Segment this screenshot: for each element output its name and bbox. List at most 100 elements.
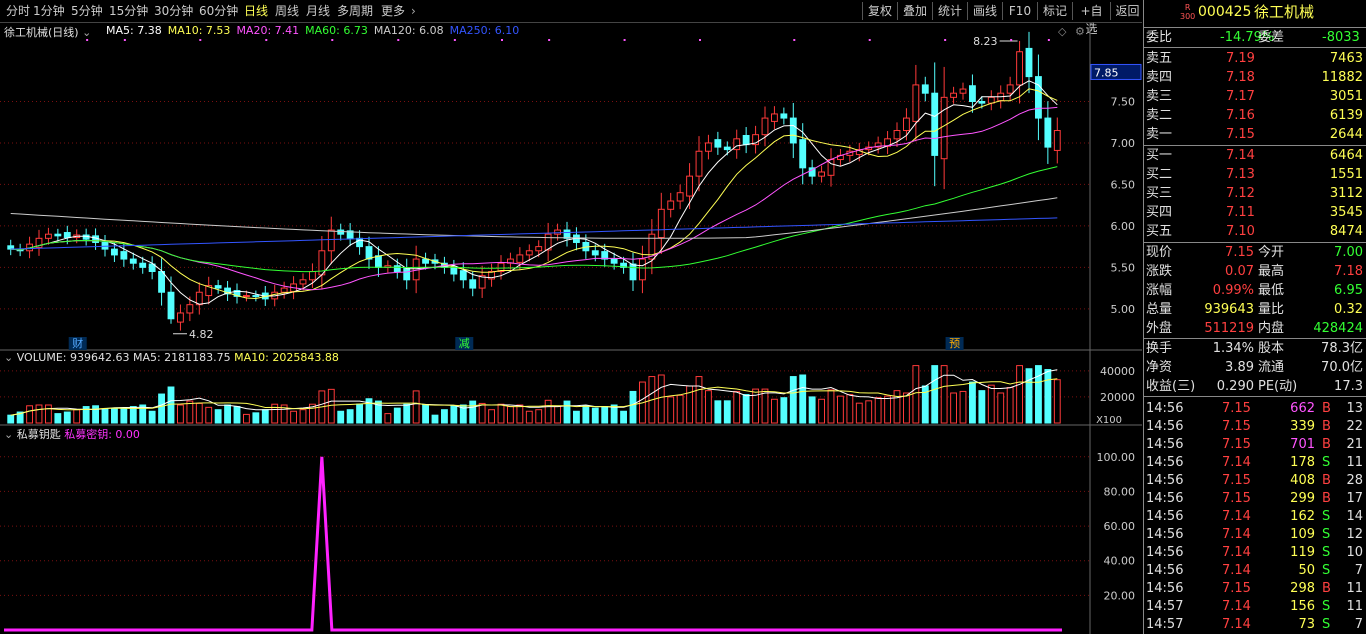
volume-bar [54, 413, 62, 424]
volume-bar [384, 413, 392, 424]
chart-canvas[interactable]: 7.50 7.00 6.50 6.00 5.50 5.00 8.23 4.82 7.85 财 减 预 4… [0, 23, 1142, 634]
toolbar-button-6[interactable]: +自选 [1072, 2, 1110, 36]
bid-price: 7.11 [1226, 205, 1255, 220]
tick-row: 14:56 7.15 298 B 11 [1144, 579, 1366, 598]
candle-body [158, 271, 165, 293]
settings-icon[interactable]: ⚙ [1075, 25, 1085, 38]
ma-line-5 [10, 80, 1058, 305]
volume-bar [1035, 365, 1042, 424]
tab-2[interactable]: 5分钟 [71, 0, 103, 22]
volume-unit-label: X100 [1096, 415, 1122, 426]
tab-10[interactable]: 更多 [381, 0, 405, 22]
candle-body [1016, 51, 1023, 86]
volume-bar [63, 411, 71, 424]
volume-bar [252, 412, 260, 424]
ask-row: 卖三 7.17 3051 [1144, 87, 1366, 106]
volume-bar [120, 407, 128, 424]
price-tick-label: 5.50 [1111, 261, 1136, 274]
tab-1[interactable]: 1分钟 [33, 0, 65, 22]
volume-bar [195, 402, 203, 424]
volume-bar [563, 400, 571, 424]
volume-bar [601, 406, 609, 424]
tab-0[interactable]: 分时 [6, 0, 30, 22]
toolbar-button-4[interactable]: F10 [1002, 2, 1037, 20]
bid-price: 7.12 [1226, 186, 1255, 201]
ma-legend-3: MA60: 6.73 [305, 24, 368, 37]
chevron-down-icon[interactable]: ⌄ [4, 428, 13, 441]
tick-time: 14:56 [1146, 581, 1184, 596]
volume-bar [771, 398, 778, 424]
tick-price: 7.15 [1222, 419, 1251, 434]
bid-row: 买四 7.11 3545 [1144, 203, 1366, 222]
indicator-tick-label: 100.00 [1097, 451, 1136, 464]
signal-dot [548, 39, 551, 41]
tick-vol: 701 [1290, 437, 1315, 452]
volume-bar [676, 394, 684, 424]
ask-vol: 7463 [1329, 51, 1363, 66]
candle-body [365, 246, 373, 260]
toolbar-button-0[interactable]: 复权 [862, 2, 897, 20]
tick-count: 11 [1346, 455, 1363, 470]
quote-value: 428424 [1313, 321, 1363, 336]
bid-label: 买五 [1146, 224, 1173, 239]
volume-bar [987, 384, 995, 424]
quote-label: 涨幅 [1146, 283, 1173, 298]
tick-side: B [1322, 401, 1331, 416]
tab-4[interactable]: 30分钟 [154, 0, 193, 22]
ask-price: 7.16 [1226, 108, 1255, 123]
toolbar-button-5[interactable]: 标记 [1037, 2, 1072, 20]
candle-body [714, 139, 722, 148]
tick-price: 7.14 [1222, 527, 1251, 542]
volume-bar [7, 414, 15, 424]
candle-body [657, 208, 665, 239]
candle-body [92, 235, 99, 243]
weibi-row: 委比 -14.79% 委差 -8033 [1144, 28, 1366, 47]
tick-count: 14 [1346, 509, 1363, 524]
toolbar-button-1[interactable]: 叠加 [897, 2, 932, 20]
tick-count: 17 [1346, 491, 1363, 506]
chevron-down-icon[interactable]: ⌄ [4, 351, 13, 364]
volume-bar [705, 390, 712, 424]
candle-body [686, 175, 693, 197]
tick-row: 14:56 7.15 408 B 28 [1144, 471, 1366, 490]
ask-row: 卖五 7.19 7463 [1144, 49, 1366, 68]
volume-bar [290, 410, 297, 424]
tab-7[interactable]: 周线 [275, 0, 299, 22]
tick-side: B [1322, 491, 1331, 506]
chevron-down-icon[interactable]: ⌄ [82, 26, 91, 39]
volume-bar [959, 390, 967, 424]
volume-tick-label: 20000 [1100, 391, 1135, 404]
candle-body [780, 113, 788, 119]
tab-5[interactable]: 60分钟 [199, 0, 238, 22]
tick-count: 21 [1346, 437, 1363, 452]
quote-label: 总量 [1146, 302, 1173, 317]
bid-price: 7.10 [1226, 224, 1255, 239]
indicator-tick-label: 40.00 [1104, 555, 1136, 568]
tick-time: 14:56 [1146, 527, 1184, 542]
toolbar-button-7[interactable]: 返回 [1110, 2, 1144, 20]
tick-price: 7.15 [1222, 581, 1251, 596]
tab-3[interactable]: 15分钟 [109, 0, 148, 22]
toolbar-button-3[interactable]: 画线 [967, 2, 1002, 20]
tab-9[interactable]: 多周期 [337, 0, 373, 22]
volume-bar [752, 388, 759, 424]
bid-row: 买一 7.14 6464 [1144, 146, 1366, 165]
diamond-icon[interactable]: ◇ [1058, 25, 1066, 38]
tick-price: 7.14 [1222, 509, 1251, 524]
candle-body [1035, 76, 1042, 119]
toolbar-button-2[interactable]: 统计 [932, 2, 967, 20]
fund-label: PE(动) [1258, 379, 1298, 394]
tab-8[interactable]: 月线 [306, 0, 330, 22]
volume-bar [356, 403, 363, 424]
signal-dot [199, 39, 202, 41]
volume-bar [186, 400, 194, 424]
volume-bar [478, 402, 486, 424]
event-marker: 财 [72, 336, 83, 350]
signal-dot [1047, 39, 1050, 41]
more-arrow-icon[interactable]: › [411, 0, 416, 22]
event-marker: 减 [459, 337, 470, 350]
tab-6[interactable]: 日线 [244, 0, 268, 22]
signal-dot [1010, 39, 1013, 41]
chart-area[interactable]: 7.50 7.00 6.50 6.00 5.50 5.00 8.23 4.82 7.85 财 减 预 4… [0, 23, 1142, 634]
fund-label: 股本 [1258, 341, 1285, 356]
